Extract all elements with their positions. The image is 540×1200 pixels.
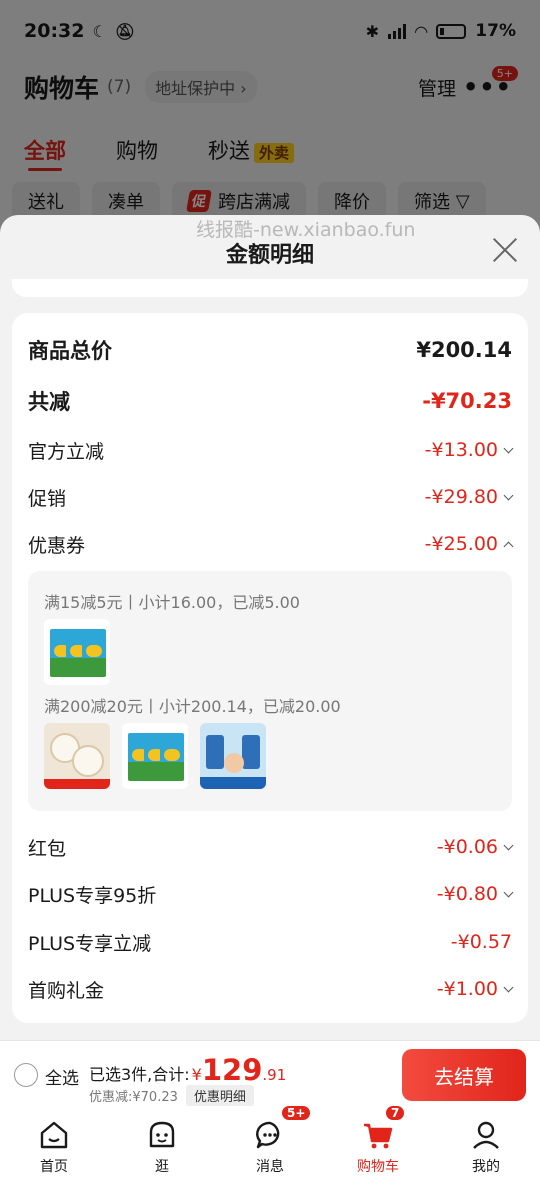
bottom-tab-bar: 首页 逛 5+ 消息 7 购物车 我的	[0, 1104, 540, 1200]
row-amount: -¥0.80	[436, 883, 498, 905]
row-label: PLUS专享立减	[28, 932, 152, 955]
row-amount: -¥0.57	[450, 931, 512, 953]
selected-summary: 已选3件,合计: ¥ 129 .91	[89, 1056, 286, 1085]
row-promotion[interactable]: 促销 -¥29.80	[28, 481, 514, 513]
row-label: 首购礼金	[28, 979, 105, 1002]
chevron-down-icon	[503, 887, 514, 897]
chevron-up-icon	[503, 541, 514, 551]
tabbar-home[interactable]: 首页	[0, 1108, 108, 1200]
product-thumbnail-drink-pack[interactable]	[200, 723, 266, 789]
tabbar-label: 购物车	[357, 1159, 399, 1175]
tabbar-explore[interactable]: 逛	[108, 1108, 216, 1200]
tabbar-label: 消息	[256, 1159, 284, 1175]
message-icon	[256, 1121, 280, 1149]
tabbar-label: 我的	[472, 1159, 500, 1175]
sheet-title: 金额明细	[225, 243, 314, 268]
amount-breakdown-card: 商品总价 ¥200.14 共减 -¥70.23 官方立减 -¥13.00 促销 …	[12, 313, 528, 1023]
discount-summary: 优惠减:¥70.23 优惠明细	[89, 1085, 254, 1106]
row-amount: ¥200.14	[416, 338, 512, 362]
checkout-bar: 全选 已选3件,合计: ¥ 129 .91 优惠减:¥70.23 优惠明细 去结…	[0, 1040, 540, 1108]
tabbar-label: 逛	[155, 1159, 169, 1175]
row-red-packet[interactable]: 红包 -¥0.06	[28, 831, 514, 863]
row-coupon[interactable]: 优惠券 -¥25.00	[28, 528, 514, 560]
row-label: 共减	[28, 390, 70, 414]
checkout-button[interactable]: 去结算	[402, 1049, 526, 1101]
product-thumbnail-tableware[interactable]	[44, 723, 110, 789]
row-first-purchase[interactable]: 首购礼金 -¥1.00	[28, 973, 514, 1005]
profile-icon	[473, 1121, 499, 1149]
close-icon[interactable]	[492, 237, 518, 263]
cart-badge: 7	[384, 1104, 407, 1122]
row-amount: -¥25.00	[424, 533, 498, 555]
chevron-down-icon	[503, 840, 514, 850]
explore-face-icon	[149, 1121, 175, 1148]
shopping-cart-icon	[364, 1123, 393, 1149]
row-amount: -¥13.00	[424, 439, 498, 461]
row-official-discount[interactable]: 官方立减 -¥13.00	[28, 434, 514, 466]
tabbar-cart[interactable]: 7 购物车	[324, 1104, 432, 1200]
product-thumbnail-snack[interactable]	[44, 619, 110, 685]
row-label: 红包	[28, 837, 67, 860]
price-symbol: ¥	[191, 1065, 202, 1084]
chevron-down-icon	[503, 982, 514, 992]
modal-dim-overlay[interactable]	[0, 0, 540, 240]
coupon-group-text: 满15减5元丨小计16.00，已减5.00	[44, 593, 300, 612]
tabbar-messages[interactable]: 5+ 消息	[216, 1104, 324, 1200]
tabbar-label: 首页	[40, 1159, 68, 1175]
row-total-price: 商品总价 ¥200.14	[28, 333, 512, 367]
coupon-group-text: 满200减20元丨小计200.14，已减20.00	[44, 697, 341, 716]
amount-detail-sheet: 线报酷-new.xianbao.fun 金额明细 商品总价 ¥200.14 共减…	[0, 215, 540, 1040]
row-label: 商品总价	[28, 339, 112, 363]
row-amount: -¥1.00	[436, 978, 498, 1000]
row-label: 优惠券	[28, 534, 86, 557]
discount-text: 优惠减:¥70.23	[89, 1090, 178, 1105]
row-total-discount: 共减 -¥70.23	[28, 384, 512, 418]
product-thumbnail-snack[interactable]	[122, 723, 188, 789]
chevron-down-icon	[503, 490, 514, 500]
row-amount: -¥0.06	[436, 836, 498, 858]
row-amount: -¥29.80	[424, 486, 498, 508]
home-icon	[40, 1121, 68, 1149]
discount-detail-button[interactable]: 优惠明细	[185, 1085, 254, 1106]
select-all-label[interactable]: 全选	[45, 1064, 79, 1089]
coupon-detail-box: 满15减5元丨小计16.00，已减5.00 满200减20元丨小计200.14，…	[28, 571, 512, 811]
row-label: 官方立减	[28, 440, 105, 463]
selected-text: 已选3件,合计:	[89, 1065, 190, 1084]
row-plus-discount: PLUS专享立减 -¥0.57	[28, 926, 512, 958]
row-amount: -¥70.23	[422, 389, 512, 413]
messages-badge: 5+	[280, 1104, 313, 1122]
total-price-integer: 129	[201, 1053, 263, 1087]
tabbar-mine[interactable]: 我的	[432, 1108, 540, 1200]
chevron-down-icon	[503, 443, 514, 453]
select-all-checkbox[interactable]	[14, 1063, 38, 1087]
row-label: PLUS专享95折	[28, 884, 157, 907]
row-plus-95[interactable]: PLUS专享95折 -¥0.80	[28, 878, 514, 910]
total-price-decimal: .91	[262, 1066, 287, 1084]
row-label: 促销	[28, 487, 67, 510]
card-edge	[12, 279, 528, 297]
